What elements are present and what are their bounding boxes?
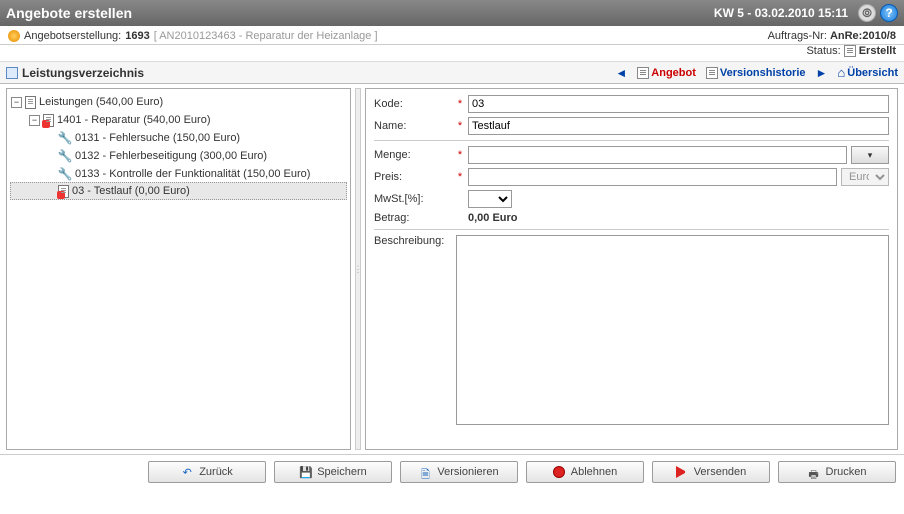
- print-button[interactable]: 🖶 Drucken: [778, 461, 896, 483]
- section-title: Leistungsverzeichnis: [22, 66, 144, 80]
- splitter[interactable]: ⋮: [355, 88, 361, 450]
- home-icon: ⌂: [837, 65, 845, 80]
- menge-unit-dropdown[interactable]: [851, 146, 889, 164]
- help-icon[interactable]: ?: [880, 4, 898, 22]
- required-marker: *: [456, 149, 464, 161]
- betrag-label: Betrag:: [374, 212, 452, 224]
- deny-button-label: Ablehnen: [571, 466, 618, 478]
- back-icon: ↶: [181, 466, 193, 478]
- menge-input[interactable]: [468, 146, 847, 164]
- betrag-value: 0,00 Euro: [468, 212, 518, 224]
- document-alert-icon: [43, 114, 54, 127]
- beschreibung-textarea[interactable]: [456, 235, 889, 425]
- order-reference: [ AN2010123463 - Reparatur der Heizanlag…: [154, 30, 378, 42]
- link-angebot-label: Angebot: [651, 67, 696, 79]
- print-button-label: Drucken: [826, 466, 867, 478]
- tree-item-label: 0133 - Kontrolle der Funktionalität (150…: [75, 168, 310, 180]
- document-alert-icon: [58, 185, 69, 198]
- name-input[interactable]: [468, 117, 889, 135]
- status-dot-icon: [8, 30, 20, 42]
- tree-item-selected[interactable]: 03 - Testlauf (0,00 Euro): [10, 182, 347, 200]
- status-line: Status: Erstellt: [0, 45, 904, 62]
- wrench-icon: 🔧: [58, 149, 72, 163]
- link-uebersicht-label: Übersicht: [847, 67, 898, 79]
- tree-item-label: 0131 - Fehlersuche (150,00 Euro): [75, 132, 240, 144]
- version-button[interactable]: 🗎 Versionieren: [400, 461, 518, 483]
- mwst-select[interactable]: [468, 190, 512, 208]
- preis-unit-select: Euro: [841, 168, 889, 186]
- link-angebot[interactable]: Angebot: [637, 67, 696, 79]
- context-label: Angebotserstellung:: [24, 30, 121, 42]
- required-marker: *: [456, 98, 464, 110]
- tree-group-label: 1401 - Reparatur (540,00 Euro): [57, 114, 210, 126]
- globe-icon[interactable]: ⦾: [858, 4, 876, 22]
- send-icon: [676, 466, 688, 478]
- footer-toolbar: ↶ Zurück 💾 Speichern 🗎 Versionieren Ablehne…: [0, 454, 904, 489]
- tree-item-label: 0132 - Fehlerbeseitigung (300,00 Euro): [75, 150, 267, 162]
- print-icon: 🖶: [808, 466, 820, 478]
- collapse-icon[interactable]: −: [11, 97, 22, 108]
- service-tree: − Leistungen (540,00 Euro) − 1401 - Repa…: [7, 89, 350, 203]
- nav-prev[interactable]: ◄: [615, 66, 627, 80]
- beschreibung-label: Beschreibung:: [374, 235, 452, 247]
- collapse-icon[interactable]: −: [29, 115, 40, 126]
- preis-input[interactable]: [468, 168, 837, 186]
- deny-icon: [553, 466, 565, 478]
- header-datetime: KW 5 - 03.02.2010 15:11: [714, 6, 848, 20]
- wrench-icon: 🔧: [58, 167, 72, 181]
- tree-panel: − Leistungen (540,00 Euro) − 1401 - Repa…: [6, 88, 351, 450]
- tree-item[interactable]: 🔧 0133 - Kontrolle der Funktionalität (1…: [11, 165, 346, 183]
- section-header: Leistungsverzeichnis ◄ Angebot Versionsh…: [0, 62, 904, 84]
- required-marker: *: [456, 120, 464, 132]
- tree-root[interactable]: − Leistungen (540,00 Euro): [11, 93, 346, 111]
- link-versionshistorie[interactable]: Versionshistorie: [706, 67, 806, 79]
- status-value: Erstellt: [859, 45, 896, 57]
- auftrag-value: AnRe:2010/8: [830, 30, 896, 42]
- save-button[interactable]: 💾 Speichern: [274, 461, 392, 483]
- kode-label: Kode:: [374, 98, 452, 110]
- save-button-label: Speichern: [317, 466, 367, 478]
- name-label: Name:: [374, 120, 452, 132]
- tree-item[interactable]: 🔧 0132 - Fehlerbeseitigung (300,00 Euro): [11, 147, 346, 165]
- wrench-icon: 🔧: [58, 131, 72, 145]
- tree-item[interactable]: 🔧 0131 - Fehlersuche (150,00 Euro): [11, 129, 346, 147]
- context-bar: Angebotserstellung: 1693 [ AN2010123463 …: [0, 26, 904, 45]
- document-icon: [844, 45, 856, 57]
- send-button-label: Versenden: [694, 466, 747, 478]
- document-icon: [25, 96, 36, 109]
- preis-label: Preis:: [374, 171, 452, 183]
- send-button[interactable]: Versenden: [652, 461, 770, 483]
- document-icon: [637, 67, 649, 79]
- version-button-label: Versionieren: [437, 466, 498, 478]
- deny-button[interactable]: Ablehnen: [526, 461, 644, 483]
- kode-input[interactable]: [468, 95, 889, 113]
- menge-label: Menge:: [374, 149, 452, 161]
- content-body: − Leistungen (540,00 Euro) − 1401 - Repa…: [0, 84, 904, 454]
- save-icon: 💾: [299, 466, 311, 478]
- order-id: 1693: [125, 30, 149, 42]
- tree-item-label: 03 - Testlauf (0,00 Euro): [72, 185, 190, 197]
- mwst-label: MwSt.[%]:: [374, 193, 452, 205]
- document-icon: [706, 67, 718, 79]
- link-versionshistorie-label: Versionshistorie: [720, 67, 806, 79]
- titlebar: Angebote erstellen KW 5 - 03.02.2010 15:…: [0, 0, 904, 26]
- version-icon: 🗎: [419, 466, 431, 478]
- tree-group[interactable]: − 1401 - Reparatur (540,00 Euro): [11, 111, 346, 129]
- page-title: Angebote erstellen: [6, 5, 714, 21]
- required-marker: *: [456, 171, 464, 183]
- back-button[interactable]: ↶ Zurück: [148, 461, 266, 483]
- section-icon: [6, 67, 18, 79]
- status-label: Status:: [806, 45, 840, 57]
- nav-next[interactable]: ►: [816, 66, 828, 80]
- auftrag-label: Auftrags-Nr:: [768, 30, 827, 42]
- link-uebersicht[interactable]: ⌂ Übersicht: [837, 65, 898, 80]
- form-panel: Kode: * Name: * Menge: * Preis: * Euro M…: [365, 88, 898, 450]
- back-button-label: Zurück: [199, 466, 233, 478]
- tree-root-label: Leistungen (540,00 Euro): [39, 96, 163, 108]
